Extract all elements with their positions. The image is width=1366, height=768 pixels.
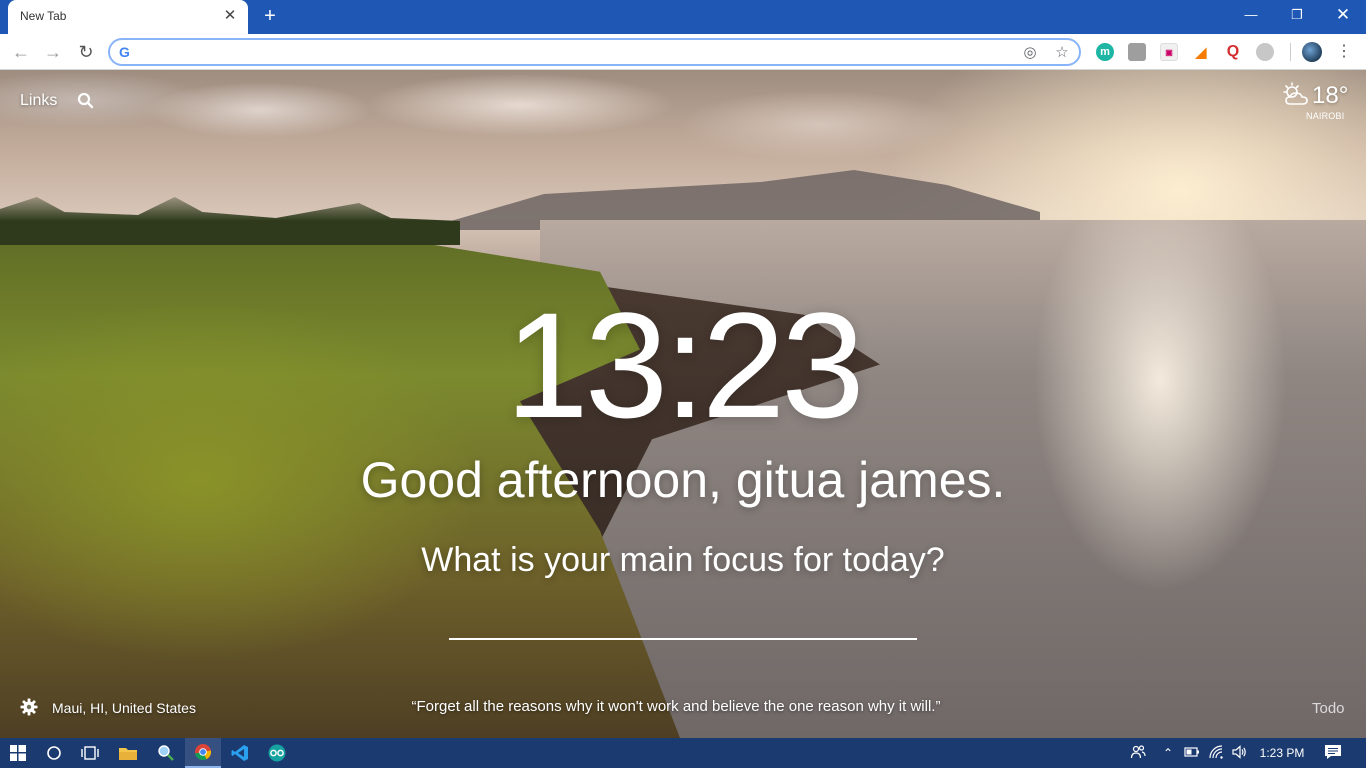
address-bar[interactable]: G ◎ ☆ xyxy=(108,38,1081,66)
greeting[interactable]: Good afternoon, gitua james. xyxy=(0,450,1366,510)
minimize-button[interactable]: — xyxy=(1228,0,1274,30)
browser-toolbar: ← → ↻ G ◎ ☆ m ▣ ◢ Q ⋮ xyxy=(0,34,1366,70)
vscode-icon[interactable] xyxy=(222,738,258,768)
restore-button[interactable]: ❐ xyxy=(1274,0,1320,30)
back-button[interactable]: ← xyxy=(8,39,34,65)
tab-close-icon[interactable]: ✕ xyxy=(220,6,240,26)
extension-icon[interactable] xyxy=(1256,43,1274,61)
file-explorer-icon[interactable] xyxy=(110,738,146,768)
volume-icon[interactable] xyxy=(1230,744,1248,762)
people-icon[interactable] xyxy=(1129,744,1147,762)
action-center-icon[interactable] xyxy=(1324,744,1342,762)
arduino-icon[interactable] xyxy=(259,738,295,768)
extension-icon[interactable] xyxy=(1128,43,1146,61)
cortana-search-icon[interactable] xyxy=(36,738,72,768)
focus-input[interactable] xyxy=(449,610,917,640)
chrome-icon[interactable] xyxy=(185,738,221,768)
temperature[interactable]: 18° xyxy=(1312,82,1348,110)
reload-button[interactable]: ↻ xyxy=(73,39,99,65)
toolbar-divider xyxy=(1290,43,1291,61)
close-window-button[interactable]: ✕ xyxy=(1320,0,1366,30)
taskbar-clock[interactable]: 1:23 PM xyxy=(1258,746,1306,760)
address-input[interactable] xyxy=(144,43,1014,61)
tab-new-tab[interactable]: New Tab ✕ xyxy=(8,0,248,34)
browser-titlebar: New Tab ✕ + — ❐ ✕ xyxy=(0,0,1366,34)
tab-title: New Tab xyxy=(20,9,67,23)
battery-icon[interactable] xyxy=(1183,744,1201,762)
windows-taskbar: ⌃ 1:23 PM xyxy=(0,738,1366,768)
momentum-page: Links 18° NAIROBI 13:23 Good afternoon, … xyxy=(0,70,1366,738)
focus-question: What is your main focus for today? xyxy=(421,541,945,579)
magnifier-icon[interactable] xyxy=(148,738,184,768)
weather-city: NAIROBI xyxy=(1306,111,1345,121)
background-clouds xyxy=(0,70,1366,200)
momentum-extension-icon[interactable]: m xyxy=(1096,43,1114,61)
clock-time[interactable]: 13:23 xyxy=(0,290,1366,440)
quora-extension-icon[interactable]: Q xyxy=(1224,43,1242,61)
forward-button[interactable]: → xyxy=(40,39,66,65)
wifi-icon[interactable] xyxy=(1207,744,1225,762)
google-icon: G xyxy=(119,44,130,60)
extension-icon[interactable]: ◢ xyxy=(1192,43,1210,61)
search-icon[interactable] xyxy=(77,92,95,110)
profile-avatar[interactable] xyxy=(1302,42,1322,62)
location-icon[interactable]: ◎ xyxy=(1020,43,1040,63)
chrome-menu-icon[interactable]: ⋮ xyxy=(1334,39,1354,65)
windows-start-icon[interactable] xyxy=(0,738,36,768)
links-button[interactable]: Links xyxy=(20,92,57,110)
show-hidden-icons-chevron-icon[interactable]: ⌃ xyxy=(1159,744,1177,762)
daily-quote[interactable]: “Forget all the reasons why it won't wor… xyxy=(0,698,1352,715)
bookmark-star-icon[interactable]: ☆ xyxy=(1052,43,1072,63)
extension-icon[interactable]: ▣ xyxy=(1160,43,1178,61)
partly-cloudy-icon[interactable] xyxy=(1282,82,1310,108)
new-tab-button[interactable]: + xyxy=(258,4,282,28)
todo-button[interactable]: Todo xyxy=(1312,700,1345,717)
task-view-icon[interactable] xyxy=(72,738,108,768)
